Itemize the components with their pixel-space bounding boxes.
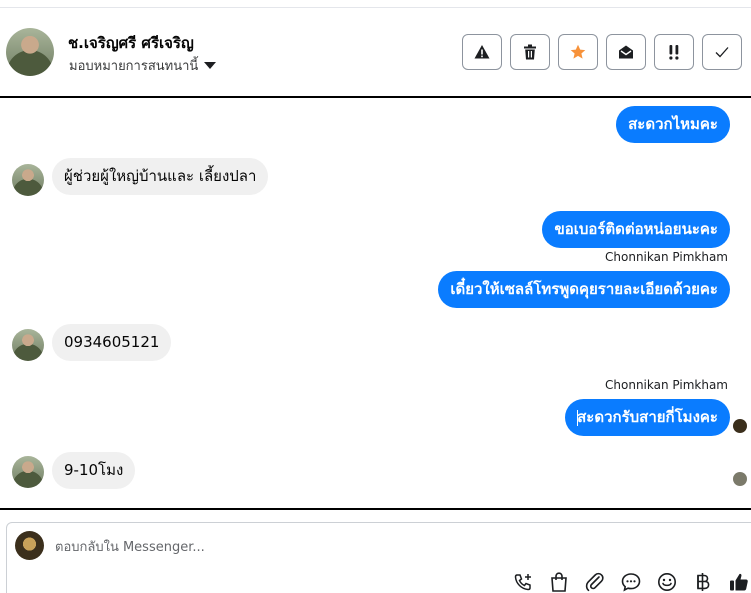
seen-indicator-avatar: [733, 419, 747, 433]
chat-bubble-icon: [621, 573, 641, 592]
incoming-message[interactable]: 0934605121: [52, 324, 172, 361]
warning-icon: [474, 45, 490, 59]
message-thread[interactable]: สะดวกไหมคะ ผู้ช่วยผู้ใหญ่บ้านและ เลี้ยงป…: [0, 98, 751, 508]
like-button[interactable]: [728, 571, 750, 593]
shop-button[interactable]: [548, 571, 570, 593]
trash-icon: [524, 44, 536, 60]
page-avatar: [15, 531, 44, 560]
sender-name: Chonnikan Pimkham: [605, 378, 728, 392]
contact-avatar-small[interactable]: [12, 329, 44, 361]
reply-input[interactable]: [55, 537, 655, 557]
assign-label: มอบหมายการสนทนานี้: [69, 59, 199, 74]
shopping-bag-icon: [551, 572, 567, 592]
star-icon: [570, 44, 586, 59]
follow-up-button[interactable]: [558, 34, 598, 70]
reply-composer: [6, 522, 751, 593]
assign-conversation-dropdown[interactable]: มอบหมายการสนทนานี้: [69, 55, 217, 76]
outgoing-message-text: สะดวกรับสายกี่โมงคะ: [577, 408, 718, 426]
conversation-header: ช.เจริญศรี ศรีเจริญ มอบหมายการสนทนานี้: [0, 8, 751, 96]
attach-button[interactable]: [584, 571, 606, 593]
saved-replies-button[interactable]: [620, 571, 642, 593]
check-icon: [715, 47, 729, 58]
emoji-button[interactable]: [656, 571, 678, 593]
phone-plus-icon: [514, 574, 531, 591]
read-receipt-avatar: [733, 472, 747, 486]
call-button[interactable]: [512, 571, 534, 593]
spam-button[interactable]: [462, 34, 502, 70]
baht-icon: [697, 573, 710, 591]
priority-button[interactable]: [654, 34, 694, 70]
outgoing-message[interactable]: สะดวกรับสายกี่โมงคะ: [565, 399, 730, 436]
done-button[interactable]: [702, 34, 742, 70]
composer-divider: [0, 508, 751, 510]
open-envelope-icon: [619, 45, 633, 59]
incoming-message[interactable]: ผู้ช่วยผู้ใหญ่บ้านและ เลี้ยงปลา: [52, 158, 269, 195]
paperclip-icon: [585, 572, 604, 592]
contact-avatar[interactable]: [6, 28, 54, 76]
outgoing-message[interactable]: ขอเบอร์ติดต่อหน่อยนะคะ: [542, 211, 730, 248]
payment-button[interactable]: [692, 571, 714, 593]
sender-name: Chonnikan Pimkham: [605, 250, 728, 264]
outgoing-message[interactable]: สะดวกไหมคะ: [616, 106, 730, 143]
contact-avatar-small[interactable]: [12, 164, 44, 196]
composer-toolbar: [512, 571, 750, 593]
incoming-message[interactable]: 9-10โมง: [52, 452, 136, 489]
double-exclamation-icon: [669, 45, 679, 60]
conversation-toolbar: [462, 34, 742, 70]
outgoing-message[interactable]: เดี๋ยวให้เซลล์โทรพูดคุยรายละเอียดด้วยคะ: [438, 271, 730, 308]
delete-button[interactable]: [510, 34, 550, 70]
smiley-icon: [658, 573, 676, 591]
mark-unread-button[interactable]: [606, 34, 646, 70]
caret-down-icon: [204, 62, 217, 69]
contact-avatar-small[interactable]: [12, 456, 44, 488]
thumbs-up-icon: [730, 573, 748, 591]
contact-name[interactable]: ช.เจริญศรี ศรีเจริญ: [68, 31, 194, 55]
text-cursor: [577, 410, 579, 426]
